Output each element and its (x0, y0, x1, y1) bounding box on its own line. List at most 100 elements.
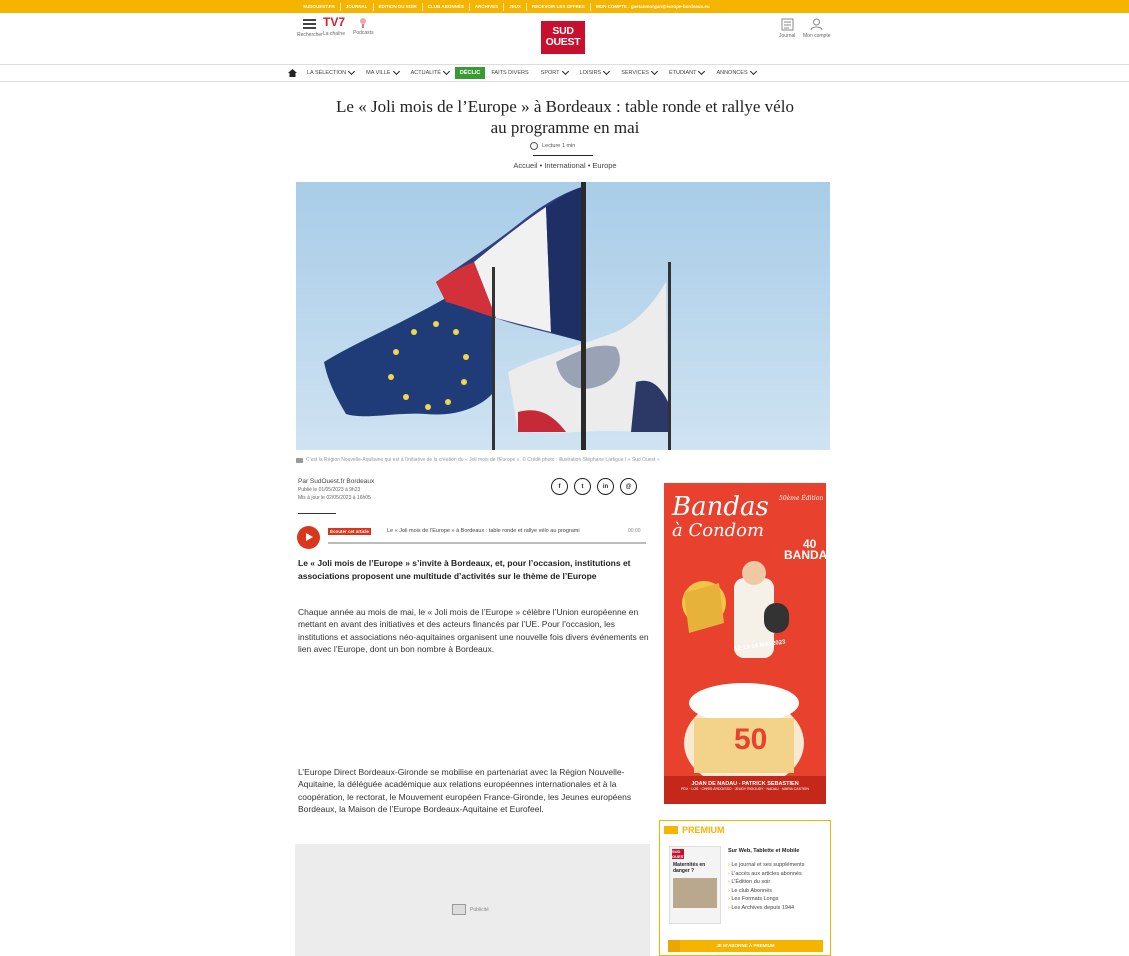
player-title: Le « Joli mois de l’Europe » à Bordeaux … (387, 528, 580, 534)
tv7-link[interactable]: TV7 La chaîne (323, 16, 345, 38)
nav-item-faits-divers[interactable]: FAITS DIVERS (485, 67, 534, 79)
article-lead: Le « Joli mois de l’Europe » s’invite à … (298, 558, 631, 581)
search-menu-button[interactable]: Rechercher (297, 17, 323, 38)
account-label: Mon compte (803, 33, 831, 39)
nav-item-annonces[interactable]: ANNONCES (710, 67, 761, 79)
progress-bar[interactable] (328, 542, 646, 544)
top-link-offers[interactable]: RECEVOIR LES OFFRES (527, 2, 591, 11)
top-link-club[interactable]: CLUB ABONNÉS (423, 2, 470, 11)
top-link-evening[interactable]: ÉDITION DU SOIR (374, 2, 423, 11)
nav-item-etudiant[interactable]: ÉTUDIANT (663, 67, 711, 79)
play-button[interactable] (297, 526, 320, 549)
top-link-site[interactable]: SUDOUEST.FR (298, 2, 341, 11)
listen-badge: Écouter cet article (328, 528, 372, 535)
nav-item-actualite[interactable]: ACTUALITÉ (405, 67, 455, 79)
nav-item-ma-ville[interactable]: MA VILLE (360, 67, 404, 79)
home-icon[interactable] (288, 69, 297, 77)
premium-feature: L’accès aux articles abonnés (728, 870, 804, 879)
ad-forty: 40 BANDAS (784, 538, 826, 562)
chevron-down-icon (561, 67, 569, 76)
premium-feature: Les Formats Longs (728, 895, 804, 904)
share-buttons: f t in @ (551, 478, 637, 495)
premium-feature: L’Édition du soir (728, 878, 804, 887)
account-link[interactable]: Mon compte (803, 18, 831, 39)
site-header: Rechercher TV7 La chaîne Podcasts SUD OU… (0, 13, 1129, 61)
top-link-journal[interactable]: JOURNAL (341, 2, 374, 11)
author[interactable]: Par SudOuest.fr Bordeaux (298, 477, 374, 486)
hero-image (296, 182, 830, 450)
premium-flag-icon (664, 826, 678, 834)
premium-box: PREMIUM SUD OUEST Maternités en danger ?… (659, 820, 831, 956)
top-bar: SUDOUEST.FR JOURNAL ÉDITION DU SOIR CLUB… (0, 0, 1129, 13)
caption-text: C’est la Région Nouvelle-Aquitaine qui e… (306, 457, 660, 463)
podcasts-link[interactable]: Podcasts (353, 17, 374, 36)
facebook-icon: f (558, 483, 561, 490)
nav-label: LOISIRS (579, 70, 602, 76)
ad-icon (452, 904, 466, 915)
nav-label: LA SÉLECTION (307, 70, 347, 76)
chevron-down-icon (698, 67, 706, 76)
nav-label: ACTUALITÉ (410, 70, 441, 76)
chevron-down-icon (442, 67, 450, 76)
top-link-games[interactable]: JEUX (504, 2, 527, 11)
photo-caption: C’est la Région Nouvelle-Aquitaine qui e… (296, 457, 830, 463)
arrow-icon (668, 940, 680, 952)
premium-features: Le journal et ses suppléments L’accès au… (728, 861, 804, 913)
podcast-icon (360, 18, 367, 28)
hamburger-icon (303, 19, 317, 29)
facebook-share-button[interactable]: f (551, 478, 568, 495)
ad-title: Bandas (672, 492, 769, 522)
nav-label: DÉCLIC (459, 70, 481, 76)
chevron-down-icon (603, 67, 611, 76)
chevron-down-icon (749, 67, 757, 76)
sud-ouest-logo[interactable]: SUD OUEST (541, 21, 585, 54)
nav-item-sport[interactable]: SPORT (535, 67, 574, 79)
premium-title: PREMIUM (682, 825, 725, 835)
nav-label: ANNONCES (716, 70, 748, 76)
sidebar-ad[interactable]: Bandas à Condom 50ème Édition 40 BANDAS … (664, 483, 826, 804)
ad-label: Publicité (470, 906, 489, 913)
paper-headline: Maternités en danger ? (673, 862, 706, 874)
premium-header: PREMIUM (664, 825, 725, 835)
journal-link[interactable]: Journal (779, 18, 795, 39)
top-link-archives[interactable]: ARCHIVES (470, 2, 505, 11)
twitter-icon: t (581, 483, 584, 490)
top-link-account[interactable]: MON COMPTE : gaetanmorgan@europe-bordeau… (591, 3, 715, 11)
byline-divider (298, 513, 336, 514)
logo-line-2: OUEST (545, 36, 581, 48)
main-nav: LA SÉLECTION MA VILLE ACTUALITÉ DÉCLIC F… (0, 64, 1129, 82)
search-label: Rechercher (297, 32, 323, 38)
title-divider (533, 155, 593, 156)
ad-placeholder: Publicité (295, 844, 650, 956)
nav-item-declic[interactable]: DÉCLIC (454, 67, 486, 79)
ad-forty-label: BANDAS (784, 548, 826, 562)
twitter-share-button[interactable]: t (574, 478, 591, 495)
channel-label: La chaîne (323, 31, 345, 37)
nav-label: ÉTUDIANT (668, 70, 697, 76)
ad-footer-small: PDX · LOS · CHRIS ARDOISSO · JEUDY RIGOU… (681, 787, 809, 791)
ad-edition: 50ème Édition (779, 495, 824, 502)
newspaper-thumbnail: SUD OUEST Maternités en danger ? (669, 846, 721, 924)
email-share-button[interactable]: @ (620, 478, 637, 495)
audio-player: Écouter cet article Le « Joli mois de l’… (297, 523, 647, 551)
player-time: 00:00 (628, 528, 641, 534)
user-icon (810, 18, 823, 31)
chevron-down-icon (348, 67, 356, 76)
chevron-down-icon (392, 67, 400, 76)
ad-subtitle: à Condom (672, 520, 765, 541)
nav-item-loisirs[interactable]: LOISIRS (574, 67, 616, 79)
article-paragraph: L’Europe Direct Bordeaux-Gironde se mobi… (298, 767, 632, 814)
subscribe-button[interactable]: JE M’ABONNE À PREMIUM (668, 940, 823, 952)
premium-feature: Les Archives depuis 1944 (728, 904, 804, 913)
article-title: Le « Joli mois de l’Europe » à Bordeaux … (336, 97, 794, 137)
nav-item-services[interactable]: SERVICES (615, 67, 663, 79)
linkedin-share-button[interactable]: in (597, 478, 614, 495)
top-links: SUDOUEST.FR JOURNAL ÉDITION DU SOIR CLUB… (298, 0, 831, 13)
breadcrumb[interactable]: Accueil • International • Europe (430, 161, 700, 170)
nav-label: SERVICES (621, 70, 649, 76)
paper-photo (673, 878, 717, 908)
published-date: Publié le 01/05/2023 à 9h23 (298, 487, 361, 493)
subscribe-label: JE M’ABONNE À PREMIUM (716, 943, 775, 948)
nav-item-selection[interactable]: LA SÉLECTION (301, 67, 360, 79)
nav-label: MA VILLE (366, 70, 391, 76)
